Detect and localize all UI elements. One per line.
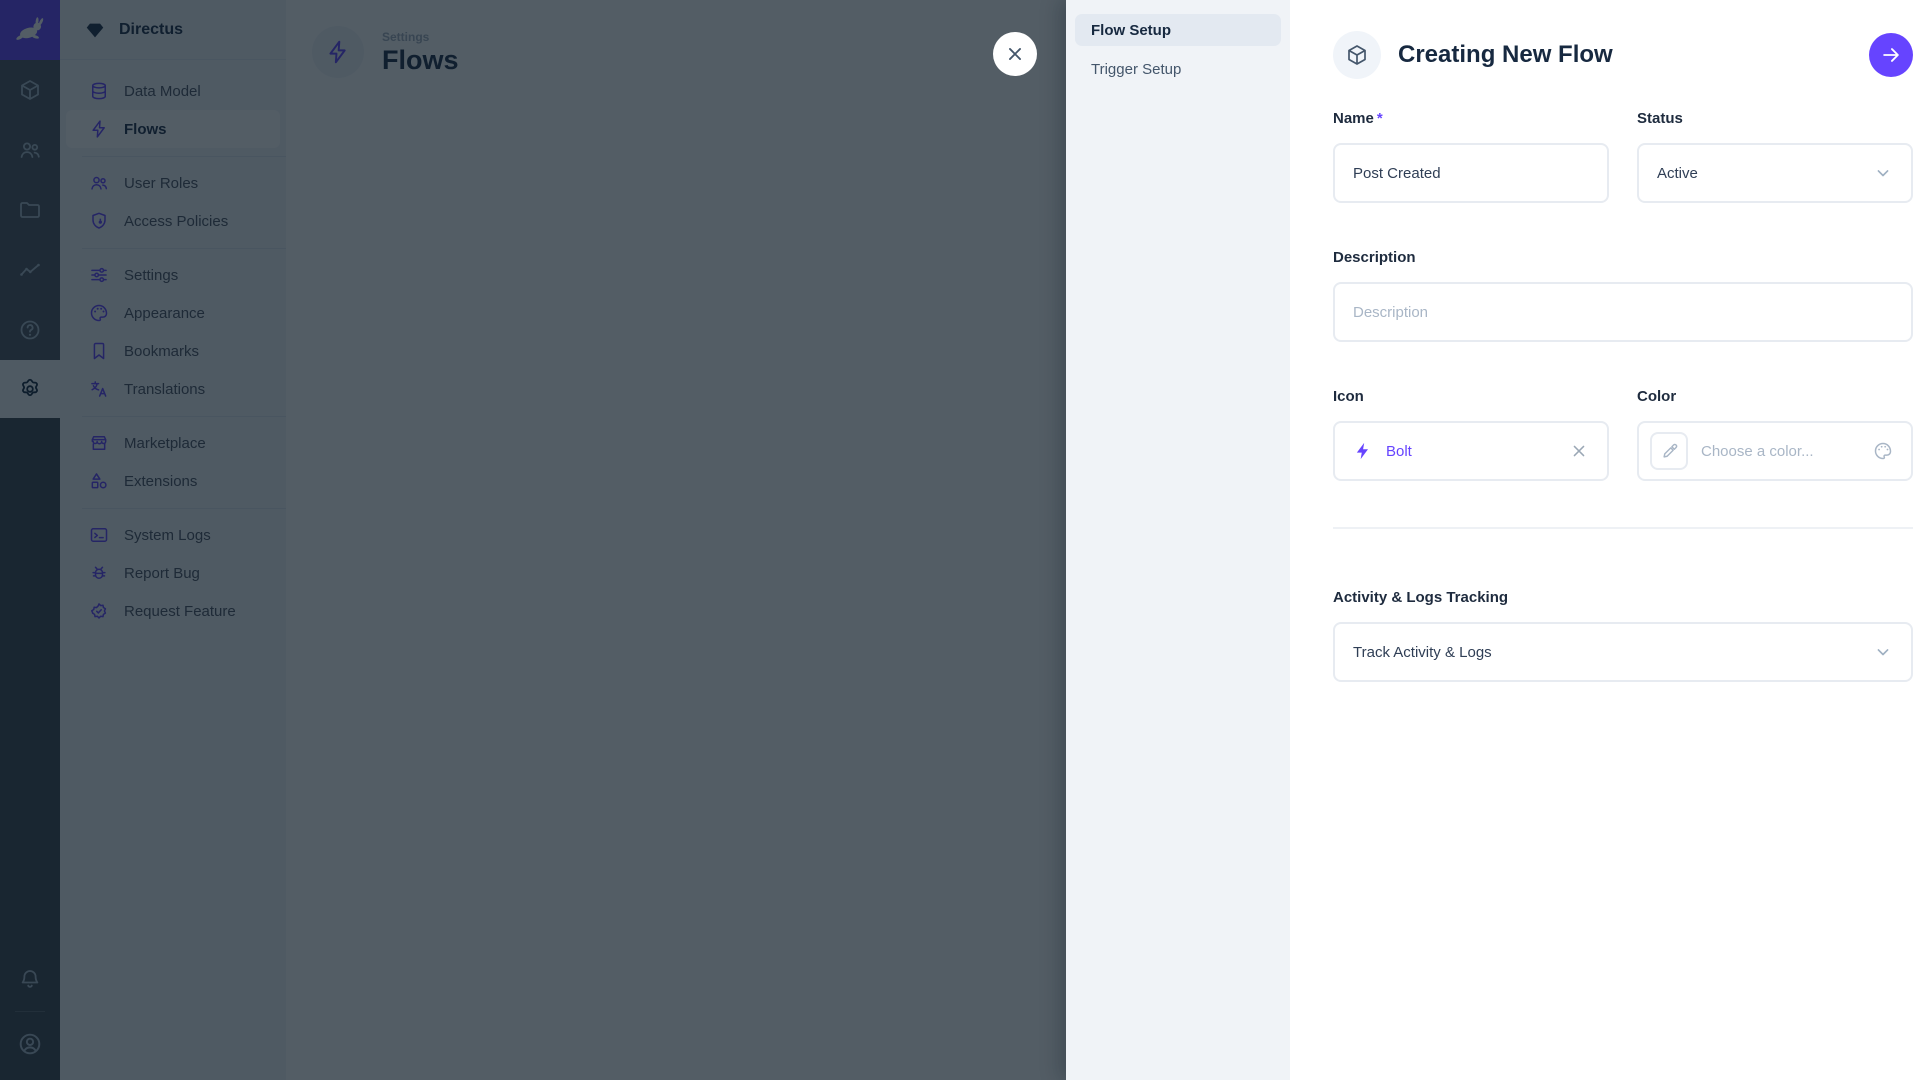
chevron-down-icon — [1873, 642, 1893, 662]
tab-trigger-setup[interactable]: Trigger Setup — [1075, 53, 1281, 85]
clear-icon[interactable] — [1569, 441, 1589, 461]
tracking-select[interactable]: Track Activity & Logs — [1333, 622, 1913, 682]
drawer-title: Creating New Flow — [1398, 41, 1869, 69]
description-row: Description — [1333, 249, 1913, 342]
drawer-header: Creating New Flow — [1333, 30, 1913, 80]
flow-setup-form: Name* Status Active — [1333, 110, 1913, 682]
drawer-sidebar: Flow Setup Trigger Setup — [1066, 0, 1290, 1080]
form-divider — [1333, 527, 1913, 529]
icon-color-row: Icon Bolt — [1333, 388, 1913, 481]
tab-flow-setup[interactable]: Flow Setup — [1075, 14, 1281, 46]
create-flow-drawer: Flow Setup Trigger Setup Creating New Fl… — [1066, 0, 1920, 1080]
description-input[interactable] — [1333, 282, 1913, 342]
drawer-close-button[interactable] — [993, 32, 1037, 76]
tracking-value: Track Activity & Logs — [1353, 644, 1492, 661]
bolt-icon — [1353, 441, 1373, 461]
description-label: Description — [1333, 249, 1913, 266]
color-placeholder: Choose a color... — [1701, 443, 1860, 460]
directus-app: Directus Data Model Flows — [0, 0, 1920, 1080]
name-label: Name* — [1333, 110, 1609, 127]
close-icon — [1004, 43, 1026, 65]
tracking-label: Activity & Logs Tracking — [1333, 589, 1913, 606]
color-input[interactable]: Choose a color... — [1637, 421, 1913, 481]
icon-select[interactable]: Bolt — [1333, 421, 1609, 481]
save-flow-button[interactable] — [1869, 33, 1913, 77]
icon-label: Icon — [1333, 388, 1609, 405]
name-status-row: Name* Status Active — [1333, 110, 1913, 203]
name-input[interactable] — [1333, 143, 1609, 203]
icon-value: Bolt — [1386, 443, 1412, 460]
drawer-content: Creating New Flow Name* — [1290, 0, 1920, 1080]
status-value: Active — [1657, 165, 1698, 182]
eyedropper-icon[interactable] — [1650, 432, 1688, 470]
status-select[interactable]: Active — [1637, 143, 1913, 203]
drawer-backdrop[interactable] — [0, 0, 1066, 1080]
status-label: Status — [1637, 110, 1913, 127]
arrow-right-icon — [1880, 44, 1902, 66]
required-asterisk: * — [1377, 110, 1383, 127]
color-label: Color — [1637, 388, 1913, 405]
chevron-down-icon — [1873, 163, 1893, 183]
box-icon — [1333, 31, 1381, 79]
palette-icon[interactable] — [1873, 441, 1893, 461]
